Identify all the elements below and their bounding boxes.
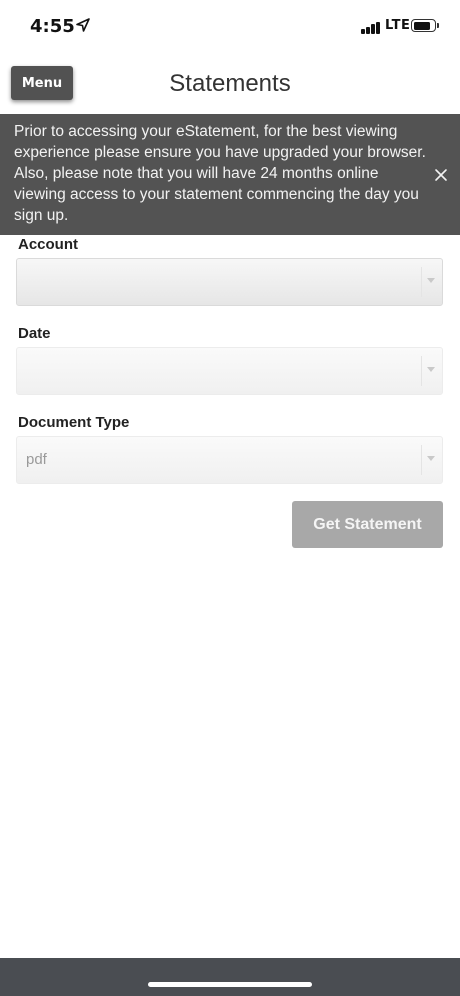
status-time: 4:55 [30,16,75,37]
status-bar: 4:55 LTE [0,0,460,56]
app-header: Menu Statements [0,56,460,114]
select-divider [421,445,422,475]
document-type-select[interactable]: pdf [16,436,443,484]
get-statement-button[interactable]: Get Statement [292,501,443,548]
battery-icon [411,19,436,32]
chevron-down-icon [427,367,435,372]
date-select[interactable] [16,347,443,395]
date-label: Date [18,325,51,342]
select-divider [421,267,422,297]
home-indicator[interactable] [148,982,312,987]
network-type: LTE [385,18,411,33]
cellular-signal-icon [361,20,385,34]
notice-text: Prior to accessing your eStatement, for … [14,123,426,224]
battery-cap [437,23,439,28]
chevron-down-icon [427,456,435,461]
page-title: Statements [169,70,291,97]
location-arrow-icon [76,18,90,32]
account-label: Account [18,236,78,253]
close-icon[interactable] [432,166,450,184]
bottom-bar [0,958,460,996]
notice-banner: Prior to accessing your eStatement, for … [0,114,460,235]
document-type-label: Document Type [18,414,130,431]
account-select[interactable] [16,258,443,306]
chevron-down-icon [427,278,435,283]
select-divider [421,356,422,386]
document-type-value: pdf [26,451,47,468]
